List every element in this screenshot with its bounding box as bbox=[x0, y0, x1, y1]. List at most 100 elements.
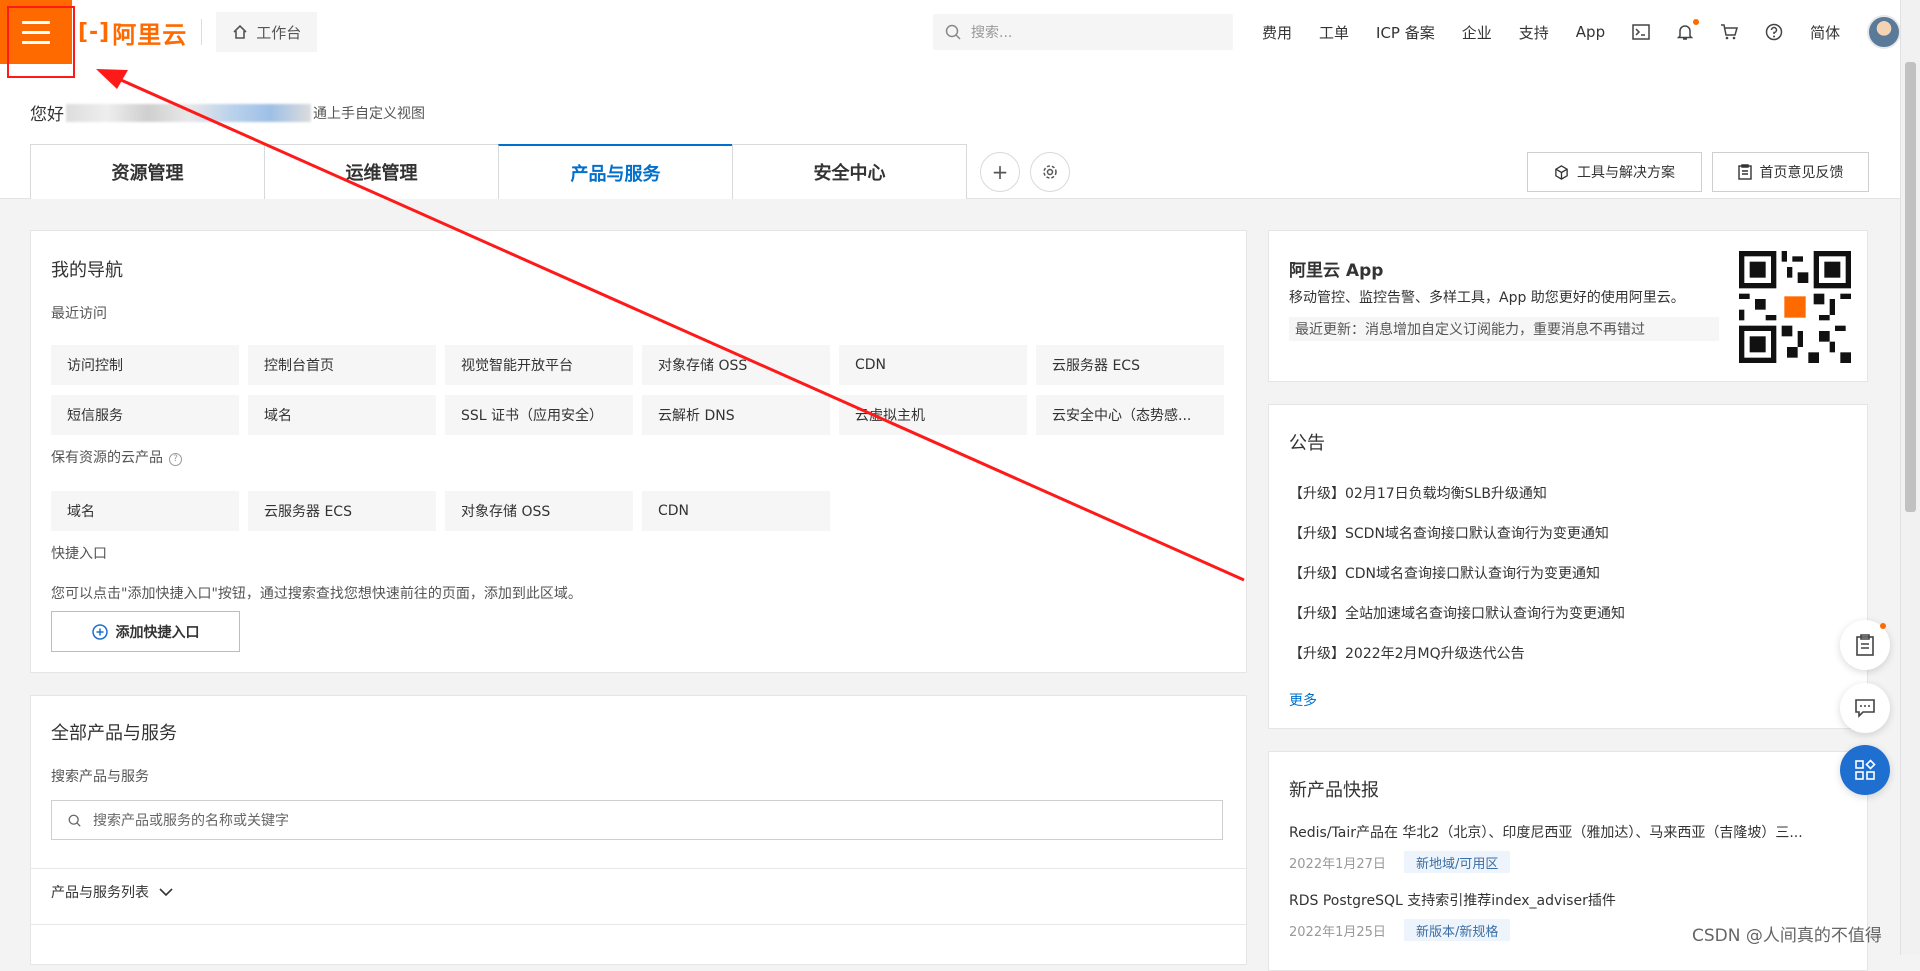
plus-circle-icon bbox=[91, 623, 108, 640]
nav-tickets[interactable]: 工单 bbox=[1319, 22, 1349, 43]
scrollbar-thumb[interactable] bbox=[1905, 62, 1916, 512]
nav-billing[interactable]: 费用 bbox=[1262, 22, 1292, 43]
terminal-icon[interactable] bbox=[1632, 24, 1650, 40]
announcement-item[interactable]: 【升级】02月17日负载均衡SLB升级通知 bbox=[1289, 483, 1547, 503]
announcement-item[interactable]: 【升级】全站加速域名查询接口默认查询行为变更通知 bbox=[1289, 603, 1625, 623]
recent-item[interactable]: CDN bbox=[839, 345, 1027, 385]
announcement-item[interactable]: 【升级】CDN域名查询接口默认查询行为变更通知 bbox=[1289, 563, 1600, 583]
home-icon bbox=[233, 24, 247, 39]
tools-solutions-label: 工具与解决方案 bbox=[1577, 165, 1675, 181]
add-view-button[interactable]: + bbox=[980, 152, 1020, 192]
bell-icon[interactable] bbox=[1677, 19, 1700, 41]
user-avatar[interactable] bbox=[1867, 15, 1902, 49]
news-item-title[interactable]: Redis/Tair产品在 华北2（北京）、印度尼西亚（雅加达）、马来西亚（吉隆… bbox=[1289, 822, 1849, 842]
help-icon[interactable] bbox=[1765, 23, 1783, 41]
annotation-highlight-box bbox=[7, 6, 75, 78]
plus-icon: + bbox=[991, 160, 1009, 184]
homepage-feedback-button[interactable]: 首页意见反馈 bbox=[1712, 152, 1869, 192]
news-item-tag[interactable]: 新地域/可用区 bbox=[1404, 851, 1511, 873]
all-products-card: 全部产品与服务 搜索产品与服务 搜索产品或服务的名称或关键字 产品与服务列表 bbox=[30, 695, 1247, 965]
aliyun-logo[interactable]: [-] 阿里云 bbox=[78, 15, 187, 50]
language-switch[interactable]: 简体 bbox=[1810, 22, 1840, 43]
tab-resource-management[interactable]: 资源管理 bbox=[30, 144, 265, 199]
nav-support[interactable]: 支持 bbox=[1519, 22, 1549, 43]
workbench-button[interactable]: 工作台 bbox=[216, 12, 318, 52]
recent-item[interactable]: 云虚拟主机 bbox=[839, 395, 1027, 435]
recent-item[interactable]: 访问控制 bbox=[51, 345, 239, 385]
news-item-date: 2022年1月27日 bbox=[1289, 857, 1386, 872]
nav-enterprise[interactable]: 企业 bbox=[1462, 22, 1492, 43]
greeting-suffix: 通上手自定义视图 bbox=[313, 105, 425, 122]
shortcut-hint: 您可以点击"添加快捷入口"按钮，通过搜索查找您想快速前往的页面，添加到此区域。 bbox=[51, 586, 582, 602]
news-item-tag[interactable]: 新版本/新规格 bbox=[1404, 919, 1511, 941]
add-shortcut-button[interactable]: 添加快捷入口 bbox=[51, 611, 240, 652]
view-tabs: 资源管理 运维管理 产品与服务 安全中心 bbox=[30, 144, 967, 199]
shortcut-label: 快捷入口 bbox=[51, 546, 107, 562]
owned-resources-text: 保有资源的云产品 bbox=[51, 450, 163, 466]
all-products-title: 全部产品与服务 bbox=[51, 723, 177, 744]
my-navigation-card: 我的导航 最近访问 访问控制 控制台首页 视觉智能开放平台 对象存储 OSS C… bbox=[30, 230, 1247, 673]
floating-notes-button[interactable] bbox=[1840, 620, 1890, 670]
app-card-desc: 移动管控、监控告警、多样工具，App 助您更好的使用阿里云。 bbox=[1289, 290, 1685, 306]
view-settings-button[interactable] bbox=[1030, 152, 1070, 192]
announcements-title: 公告 bbox=[1289, 433, 1325, 454]
divider bbox=[201, 19, 203, 45]
workbench-label: 工作台 bbox=[256, 23, 302, 42]
owned-item[interactable]: 云服务器 ECS bbox=[248, 491, 436, 531]
recent-item[interactable]: 域名 bbox=[248, 395, 436, 435]
announcements-card: 公告 【升级】02月17日负载均衡SLB升级通知 【升级】SCDN域名查询接口默… bbox=[1268, 404, 1868, 729]
top-nav-links: 费用 工单 ICP 备案 企业 支持 App 简体 bbox=[1262, 0, 1902, 64]
floating-chat-button[interactable] bbox=[1840, 683, 1890, 733]
product-search-input[interactable]: 搜索产品或服务的名称或关键字 bbox=[51, 800, 1223, 840]
page-scrollbar[interactable] bbox=[1900, 0, 1920, 955]
recent-item[interactable]: 云安全中心（态势感... bbox=[1036, 395, 1224, 435]
announcement-item[interactable]: 【升级】SCDN域名查询接口默认查询行为变更通知 bbox=[1289, 523, 1609, 543]
recent-item[interactable]: 云解析 DNS bbox=[642, 395, 830, 435]
product-list-toggle[interactable]: 产品与服务列表 bbox=[51, 882, 173, 902]
aliyun-app-card: 阿里云 App 移动管控、监控告警、多样工具，App 助您更好的使用阿里云。 最… bbox=[1268, 230, 1868, 382]
aliyun-logo-icon: [-] bbox=[78, 19, 111, 45]
recent-item[interactable]: 视觉智能开放平台 bbox=[445, 345, 633, 385]
gear-icon bbox=[1043, 165, 1057, 179]
divider bbox=[31, 924, 1246, 925]
tab-operations-management[interactable]: 运维管理 bbox=[264, 144, 499, 199]
recent-item[interactable]: SSL 证书（应用安全） bbox=[445, 395, 633, 435]
apps-grid-icon bbox=[1855, 759, 1876, 780]
search-icon bbox=[68, 814, 81, 827]
global-search-input[interactable]: 搜索... bbox=[933, 14, 1233, 50]
tab-security-center[interactable]: 安全中心 bbox=[732, 144, 967, 199]
nav-app[interactable]: App bbox=[1576, 23, 1605, 41]
news-item-title[interactable]: RDS PostgreSQL 支持索引推荐index_adviser插件 bbox=[1289, 890, 1849, 910]
chat-icon bbox=[1855, 699, 1875, 718]
owned-item[interactable]: 对象存储 OSS bbox=[445, 491, 633, 531]
logo-text: 阿里云 bbox=[112, 20, 188, 49]
clipboard-icon bbox=[1737, 164, 1752, 180]
product-list-label: 产品与服务列表 bbox=[51, 885, 149, 901]
app-qr-code[interactable] bbox=[1739, 251, 1851, 363]
cube-icon bbox=[1555, 164, 1568, 180]
recent-item[interactable]: 控制台首页 bbox=[248, 345, 436, 385]
recent-item[interactable]: 对象存储 OSS bbox=[642, 345, 830, 385]
recent-visits-label: 最近访问 bbox=[51, 306, 107, 322]
recent-item[interactable]: 短信服务 bbox=[51, 395, 239, 435]
tab-products-services[interactable]: 产品与服务 bbox=[498, 144, 733, 199]
nav-icp[interactable]: ICP 备案 bbox=[1376, 22, 1435, 43]
homepage-feedback-label: 首页意见反馈 bbox=[1759, 165, 1844, 181]
global-search-placeholder: 搜索... bbox=[971, 25, 1013, 41]
greeting: 您好 通上手自定义视图 bbox=[30, 100, 425, 125]
app-update-note: 最近更新：消息增加自定义订阅能力，重要消息不再错过 bbox=[1289, 317, 1719, 341]
owned-item[interactable]: 域名 bbox=[51, 491, 239, 531]
tools-solutions-button[interactable]: 工具与解决方案 bbox=[1527, 152, 1702, 192]
announcement-item[interactable]: 【升级】2022年2月MQ升级迭代公告 bbox=[1289, 643, 1525, 663]
question-circle-icon[interactable]: ? bbox=[169, 452, 182, 466]
owned-item[interactable]: CDN bbox=[642, 491, 830, 531]
news-item-date: 2022年1月25日 bbox=[1289, 925, 1386, 940]
new-products-title: 新产品快报 bbox=[1289, 780, 1379, 801]
blurred-username bbox=[66, 103, 311, 122]
search-icon bbox=[945, 24, 961, 40]
floating-apps-button[interactable] bbox=[1840, 745, 1890, 795]
announcements-more-link[interactable]: 更多 bbox=[1289, 690, 1317, 710]
notification-dot bbox=[1693, 19, 1700, 25]
cart-icon[interactable] bbox=[1720, 24, 1739, 40]
recent-item[interactable]: 云服务器 ECS bbox=[1036, 345, 1224, 385]
